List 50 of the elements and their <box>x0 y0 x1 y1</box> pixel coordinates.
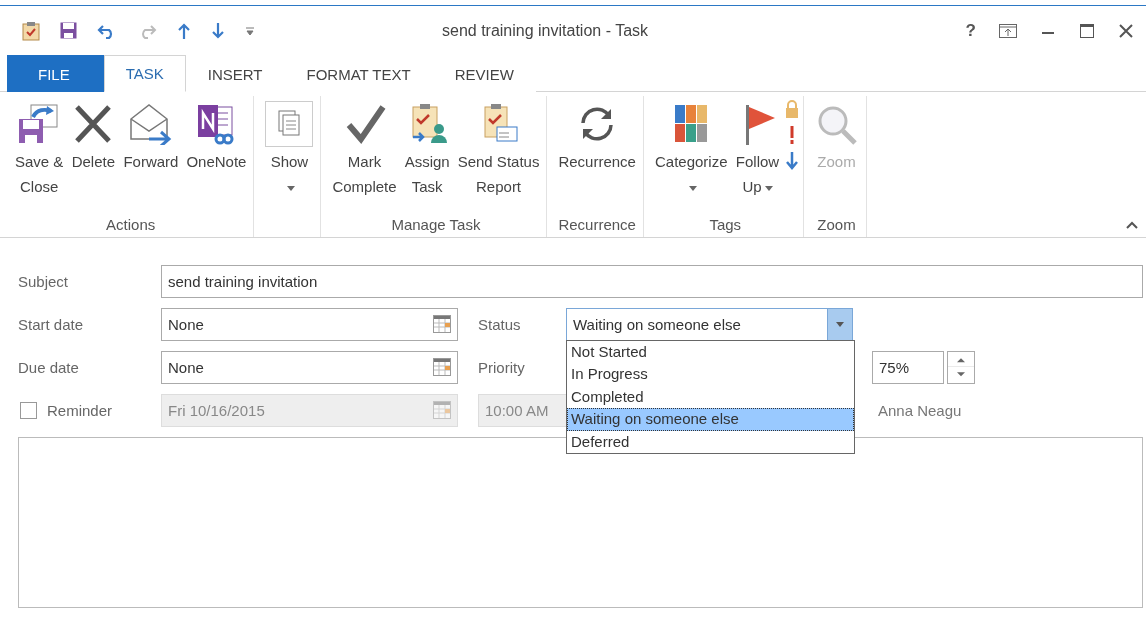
collapse-caret-icon[interactable] <box>1126 221 1138 229</box>
calendar-icon[interactable] <box>433 315 451 333</box>
window-title: send training invitation - Task <box>442 21 649 39</box>
ribbon-dropdown-button[interactable]: Follow Up <box>732 96 783 202</box>
field-label: Due date <box>18 358 80 376</box>
down-arrow-icon[interactable] <box>211 22 225 39</box>
dropdown-option[interactable]: Not Started <box>567 340 854 363</box>
ribbon-button[interactable]: Delete <box>68 96 119 177</box>
percent-field[interactable]: 75% <box>872 350 944 384</box>
spin-buttons[interactable] <box>947 350 975 384</box>
field-label: Status <box>478 315 522 333</box>
date-field[interactable]: None <box>161 350 458 384</box>
task-clipboard-icon[interactable] <box>22 20 40 41</box>
dropdown-option[interactable]: Deferred <box>567 430 854 453</box>
ribbon-button[interactable]: Send Status Report <box>454 96 543 202</box>
calendar-icon[interactable] <box>433 358 451 376</box>
dropdown-option[interactable]: In Progress <box>567 363 854 386</box>
file-tab[interactable]: FILE <box>7 55 104 92</box>
dropdown-option[interactable]: Waiting on someone else <box>567 408 854 431</box>
ribbon-button[interactable]: Recurrence <box>555 96 639 177</box>
ribbon-display-icon[interactable] <box>999 22 1017 39</box>
customize-caret-icon[interactable] <box>245 25 255 36</box>
ribbon-button[interactable]: Mark Complete <box>329 96 400 202</box>
field-label: Start date <box>18 315 85 333</box>
group-label: Tags <box>708 216 743 235</box>
close-icon[interactable] <box>1118 22 1134 39</box>
ribbon-button[interactable]: OneNote <box>183 96 250 177</box>
save-icon[interactable] <box>60 22 77 39</box>
ribbon-button[interactable]: Assign Task <box>401 96 453 202</box>
group-label: Manage Task <box>390 216 482 235</box>
up-arrow-icon[interactable] <box>177 22 191 39</box>
field-label: Priority <box>478 358 526 376</box>
subject-field[interactable]: send training invitation <box>161 264 1143 298</box>
group-label: Actions <box>105 216 157 235</box>
field-label: Subject <box>18 272 70 290</box>
dropdown-caret-icon[interactable] <box>836 321 844 327</box>
maximize-icon[interactable] <box>1079 22 1095 39</box>
down-arrow-icon[interactable] <box>785 152 798 170</box>
ribbon-tab[interactable]: TASK <box>103 55 186 92</box>
field-label: Reminder <box>47 401 114 419</box>
group-label: Recurrence <box>557 216 637 235</box>
help-button[interactable]: ? <box>965 20 976 41</box>
ribbon-dropdown-button[interactable]: Categorize <box>651 96 731 202</box>
group-label: Zoom <box>816 216 857 235</box>
ribbon-button[interactable]: Save & Close <box>12 96 67 202</box>
ribbon-dropdown-button[interactable]: Show <box>262 96 317 202</box>
exclamation-icon[interactable] <box>788 126 795 144</box>
date-field[interactable]: None <box>161 307 458 341</box>
owner-name: Anna Neagu <box>878 401 962 419</box>
ribbon-button[interactable]: Forward <box>120 96 182 177</box>
